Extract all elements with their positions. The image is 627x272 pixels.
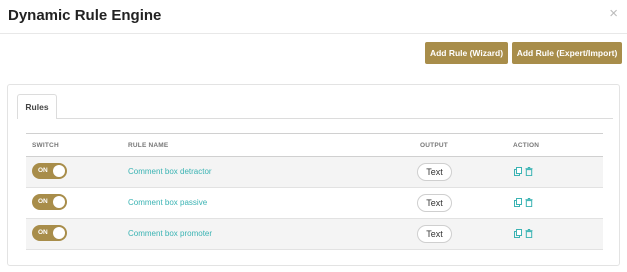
dialog-header: Dynamic Rule Engine × — [0, 0, 627, 34]
output-badge: Text — [417, 163, 452, 181]
trash-icon[interactable] — [525, 229, 533, 238]
rule-name-link[interactable]: Comment box detractor — [128, 167, 212, 176]
toggle-label: ON — [38, 198, 48, 205]
table-row: ON Comment box detractor Text — [26, 157, 603, 188]
toggle-label: ON — [38, 229, 48, 236]
tab-rules[interactable]: Rules — [17, 94, 57, 119]
rule-name-link[interactable]: Comment box passive — [128, 198, 207, 207]
row-actions — [514, 198, 533, 207]
output-badge: Text — [417, 225, 452, 243]
table-row: ON Comment box promoter Text — [26, 219, 603, 250]
toggle-knob — [53, 227, 65, 239]
row-actions — [514, 229, 533, 238]
toggle-knob — [53, 165, 65, 177]
column-header-output: OUTPUT — [420, 142, 448, 149]
toggle-label: ON — [38, 167, 48, 174]
toggle-knob — [53, 196, 65, 208]
rule-toggle-switch[interactable]: ON — [32, 194, 67, 210]
output-badge: Text — [417, 194, 452, 212]
rule-toggle-switch[interactable]: ON — [32, 163, 67, 179]
table-row: ON Comment box passive Text — [26, 188, 603, 219]
column-header-action: ACTION — [513, 142, 540, 149]
column-header-switch: SWITCH — [32, 142, 59, 149]
column-header-rule-name: RULE NAME — [128, 142, 169, 149]
dialog-title: Dynamic Rule Engine — [8, 7, 162, 24]
add-rule-wizard-button[interactable]: Add Rule (Wizard) — [425, 42, 508, 64]
close-icon[interactable]: × — [609, 6, 618, 21]
row-actions — [514, 167, 533, 176]
trash-icon[interactable] — [525, 198, 533, 207]
add-rule-expert-button[interactable]: Add Rule (Expert/Import) — [512, 42, 622, 64]
copy-icon[interactable] — [514, 229, 522, 238]
tab-divider — [17, 118, 613, 119]
rule-name-link[interactable]: Comment box promoter — [128, 229, 212, 238]
copy-icon[interactable] — [514, 198, 522, 207]
trash-icon[interactable] — [525, 167, 533, 176]
rules-table: SWITCH RULE NAME OUTPUT ACTION ON Commen… — [26, 133, 603, 250]
table-header: SWITCH RULE NAME OUTPUT ACTION — [26, 133, 603, 157]
copy-icon[interactable] — [514, 167, 522, 176]
rule-toggle-switch[interactable]: ON — [32, 225, 67, 241]
rules-panel: Rules SWITCH RULE NAME OUTPUT ACTION ON … — [7, 84, 620, 266]
